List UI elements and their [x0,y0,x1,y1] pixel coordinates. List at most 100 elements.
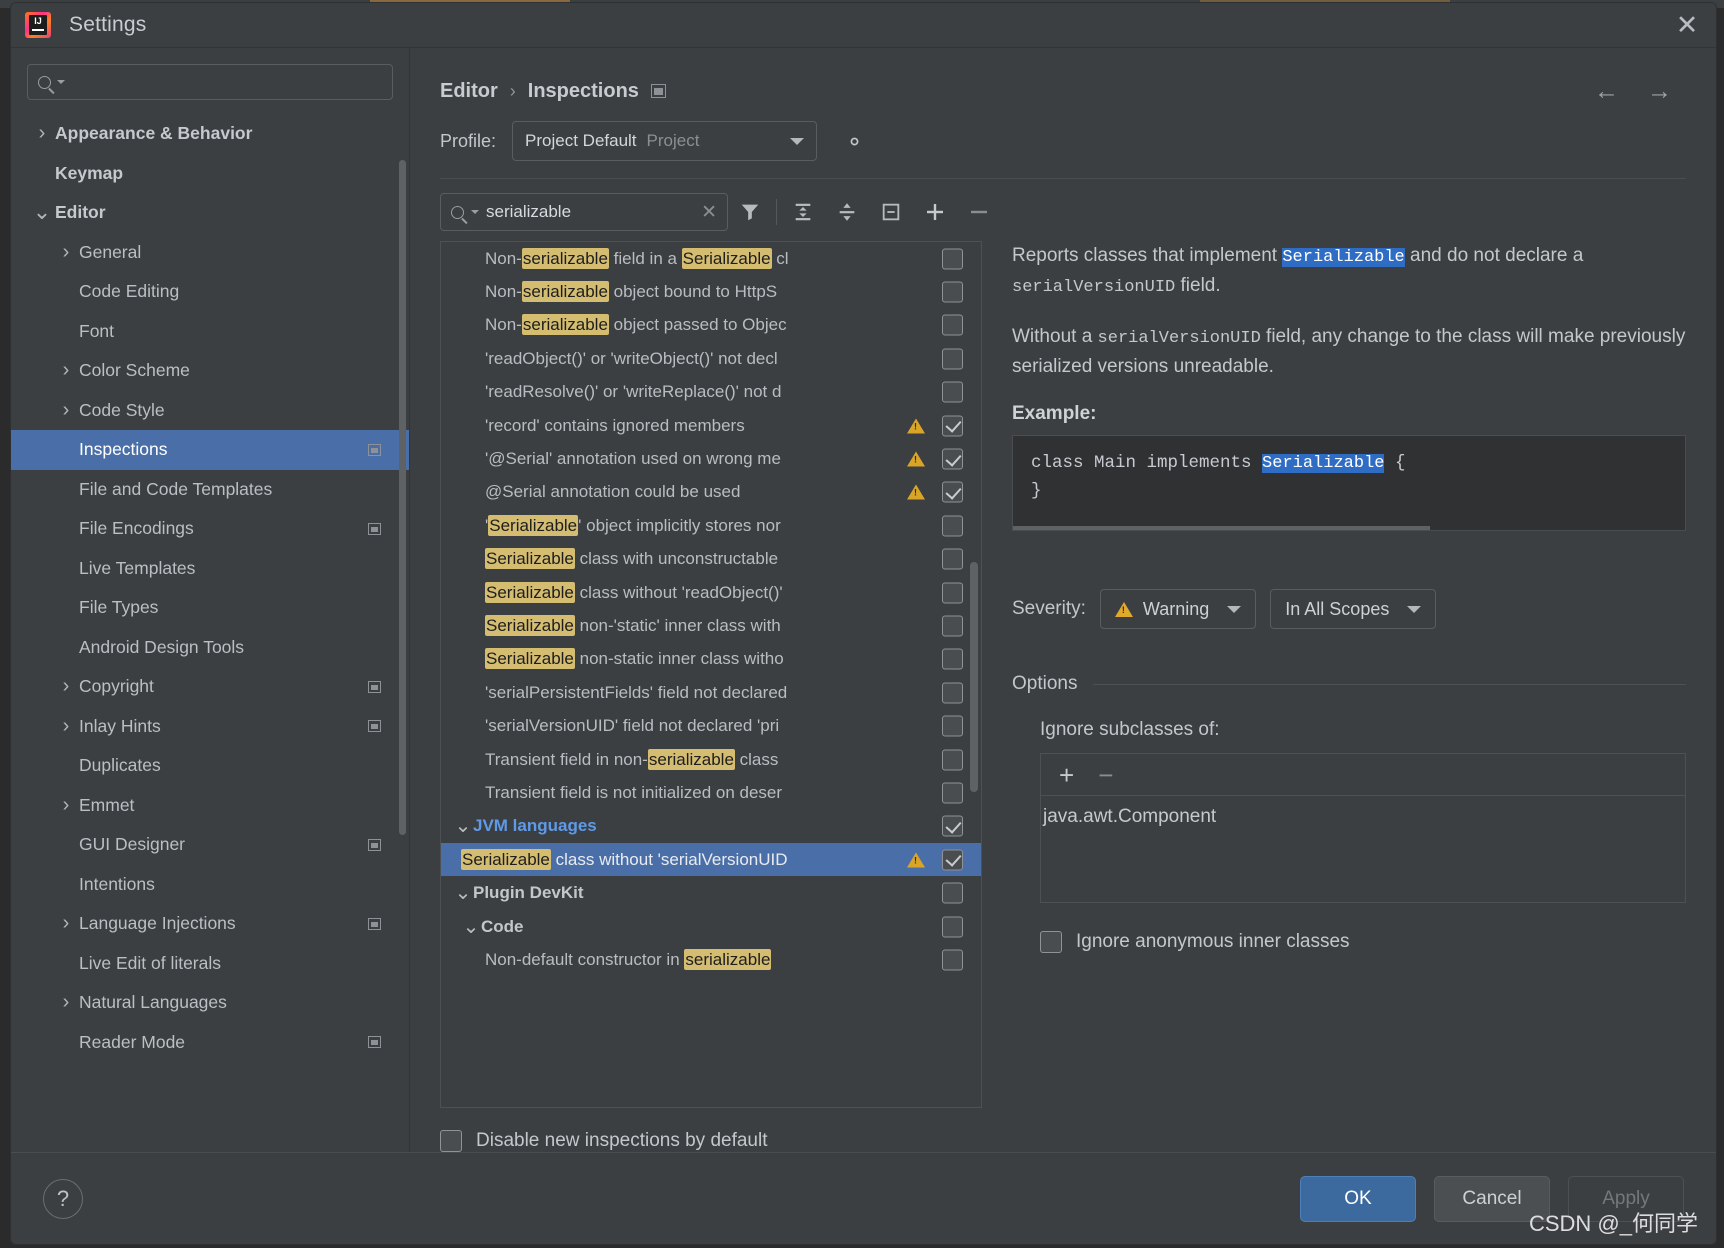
code-scrollbar[interactable] [1013,526,1430,531]
inspection-search-input[interactable]: serializable [486,202,694,222]
clear-icon[interactable]: ✕ [701,201,717,224]
inspection-enabled-checkbox[interactable] [942,381,963,403]
inspection-enabled-checkbox[interactable] [942,248,963,270]
window-icon[interactable] [368,680,381,693]
chevron-right-icon[interactable]: › [57,675,75,698]
inspection-group-row[interactable]: ⌄ Plugin DevKit [441,876,981,909]
inspection-enabled-checkbox[interactable] [942,715,963,737]
window-icon[interactable] [368,443,381,456]
sidebar-item-appearance-behavior[interactable]: › Appearance & Behavior [11,114,409,154]
inspection-row[interactable]: 'record' contains ignored members [441,409,981,442]
ok-button[interactable]: OK [1300,1175,1416,1222]
filter-icon[interactable] [728,192,772,232]
window-icon[interactable] [368,838,381,851]
sidebar-item-file-encodings[interactable]: File Encodings [11,509,409,549]
close-icon[interactable]: ✕ [1668,6,1706,44]
inspection-row[interactable]: Serializable class without 'serialVersio… [441,843,981,877]
ignore-anonymous-row[interactable]: Ignore anonymous inner classes [1012,931,1686,953]
inspection-row[interactable]: 'Serializable' object implicitly stores … [441,509,981,542]
inspection-enabled-checkbox[interactable] [942,548,963,570]
inspection-enabled-checkbox[interactable] [942,281,963,303]
disable-new-inspections-checkbox[interactable] [440,1130,462,1152]
cancel-button[interactable]: Cancel [1434,1175,1550,1222]
chevron-down-icon[interactable]: ⌄ [461,917,481,937]
sidebar-item-code-style[interactable]: › Code Style [11,391,409,431]
help-icon[interactable]: ? [43,1178,83,1219]
chevron-right-icon[interactable]: › [57,794,75,817]
inspection-enabled-checkbox[interactable] [942,415,963,437]
sidebar-item-natural-languages[interactable]: › Natural Languages [11,983,409,1023]
inspection-row[interactable]: Non-default constructor in serializable [441,943,981,976]
inspection-enabled-checkbox[interactable] [942,882,963,904]
inspection-row[interactable]: Serializable non-'static' inner class wi… [441,609,981,642]
breadcrumb-parent[interactable]: Editor [440,80,498,103]
sidebar-scrollbar-thumb[interactable] [399,160,406,835]
window-icon[interactable] [650,84,666,98]
inspection-enabled-checkbox[interactable] [942,916,963,937]
sidebar-item-color-scheme[interactable]: › Color Scheme [11,351,409,391]
inspection-enabled-checkbox[interactable] [942,448,963,470]
sidebar-item-keymap[interactable]: Keymap [11,154,409,194]
inspection-search-box[interactable]: serializable ✕ [440,193,728,231]
sidebar-item-file-and-code-templates[interactable]: File and Code Templates [11,470,409,510]
inspection-enabled-checkbox[interactable] [942,782,963,804]
window-icon[interactable] [368,720,381,733]
plus-icon[interactable]: + [1059,762,1074,788]
inspection-row[interactable]: Transient field is not initialized on de… [441,776,981,809]
remove-icon[interactable] [957,192,1001,232]
inspection-row[interactable]: Non-serializable object bound to HttpS [441,275,981,308]
sidebar-item-duplicates[interactable]: Duplicates [11,746,409,786]
collapse-icon[interactable] [869,192,913,232]
sidebar-item-language-injections[interactable]: › Language Injections [11,904,409,944]
chevron-down-icon[interactable]: ⌄ [453,883,473,903]
inspection-enabled-checkbox[interactable] [942,749,963,771]
sidebar-item-intentions[interactable]: Intentions [11,865,409,905]
collapse-all-icon[interactable] [825,192,869,232]
inspection-row[interactable]: 'readObject()' or 'writeObject()' not de… [441,342,981,375]
sidebar-item-gui-designer[interactable]: GUI Designer [11,825,409,865]
back-arrow-icon[interactable]: ← [1594,78,1619,104]
inspection-enabled-checkbox[interactable] [942,481,963,503]
sidebar-item-file-types[interactable]: File Types [11,588,409,628]
list-scrollbar-thumb[interactable] [970,562,978,792]
apply-button[interactable]: Apply [1568,1175,1684,1222]
expand-all-icon[interactable] [781,192,825,232]
chevron-right-icon[interactable]: › [57,399,75,422]
chevron-down-icon[interactable]: ⌄ [33,201,51,223]
window-icon[interactable] [368,522,381,535]
inspection-row[interactable]: Serializable class with unconstructable [441,543,981,576]
inspection-enabled-checkbox[interactable] [942,682,963,704]
sidebar-item-inspections[interactable]: Inspections [11,430,409,470]
chevron-right-icon[interactable]: › [57,912,75,935]
inspection-group-row[interactable]: ⌄ JVM languages [441,810,981,843]
inspection-enabled-checkbox[interactable] [942,615,963,637]
sidebar-search-box[interactable] [27,64,393,100]
inspection-enabled-checkbox[interactable] [942,582,963,604]
window-icon[interactable] [368,1036,381,1049]
sidebar-item-live-templates[interactable]: Live Templates [11,549,409,589]
inspection-row[interactable]: 'readResolve()' or 'writeReplace()' not … [441,376,981,409]
inspection-enabled-checkbox[interactable] [942,515,963,537]
chevron-right-icon[interactable]: › [57,359,75,382]
inspection-row[interactable]: @Serial annotation could be used [441,476,981,509]
gear-icon[interactable] [841,128,868,155]
sidebar-item-general[interactable]: › General [11,233,409,273]
inspection-row[interactable]: Non-serializable field in a Serializable… [441,242,981,275]
inspection-row[interactable]: Serializable class without 'readObject()… [441,576,981,609]
sidebar-item-emmet[interactable]: › Emmet [11,786,409,826]
list-item[interactable]: java.awt.Component [1041,796,1685,828]
inspection-row[interactable]: 'serialPersistentFields' field not decla… [441,676,981,709]
inspection-enabled-checkbox[interactable] [942,949,963,971]
inspection-row[interactable]: 'serialVersionUID' field not declared 'p… [441,709,981,742]
inspection-enabled-checkbox[interactable] [942,314,963,336]
sidebar-item-android-design-tools[interactable]: Android Design Tools [11,628,409,668]
chevron-right-icon[interactable]: › [57,991,75,1014]
sidebar-item-inlay-hints[interactable]: › Inlay Hints [11,707,409,747]
sidebar-item-editor[interactable]: ⌄ Editor [11,193,409,233]
chevron-right-icon[interactable]: › [57,715,75,738]
inspection-enabled-checkbox[interactable] [942,849,963,871]
sidebar-item-copyright[interactable]: › Copyright [11,667,409,707]
chevron-right-icon[interactable]: › [57,241,75,264]
sidebar-item-reader-mode[interactable]: Reader Mode [11,1023,409,1063]
chevron-right-icon[interactable]: › [33,122,51,145]
